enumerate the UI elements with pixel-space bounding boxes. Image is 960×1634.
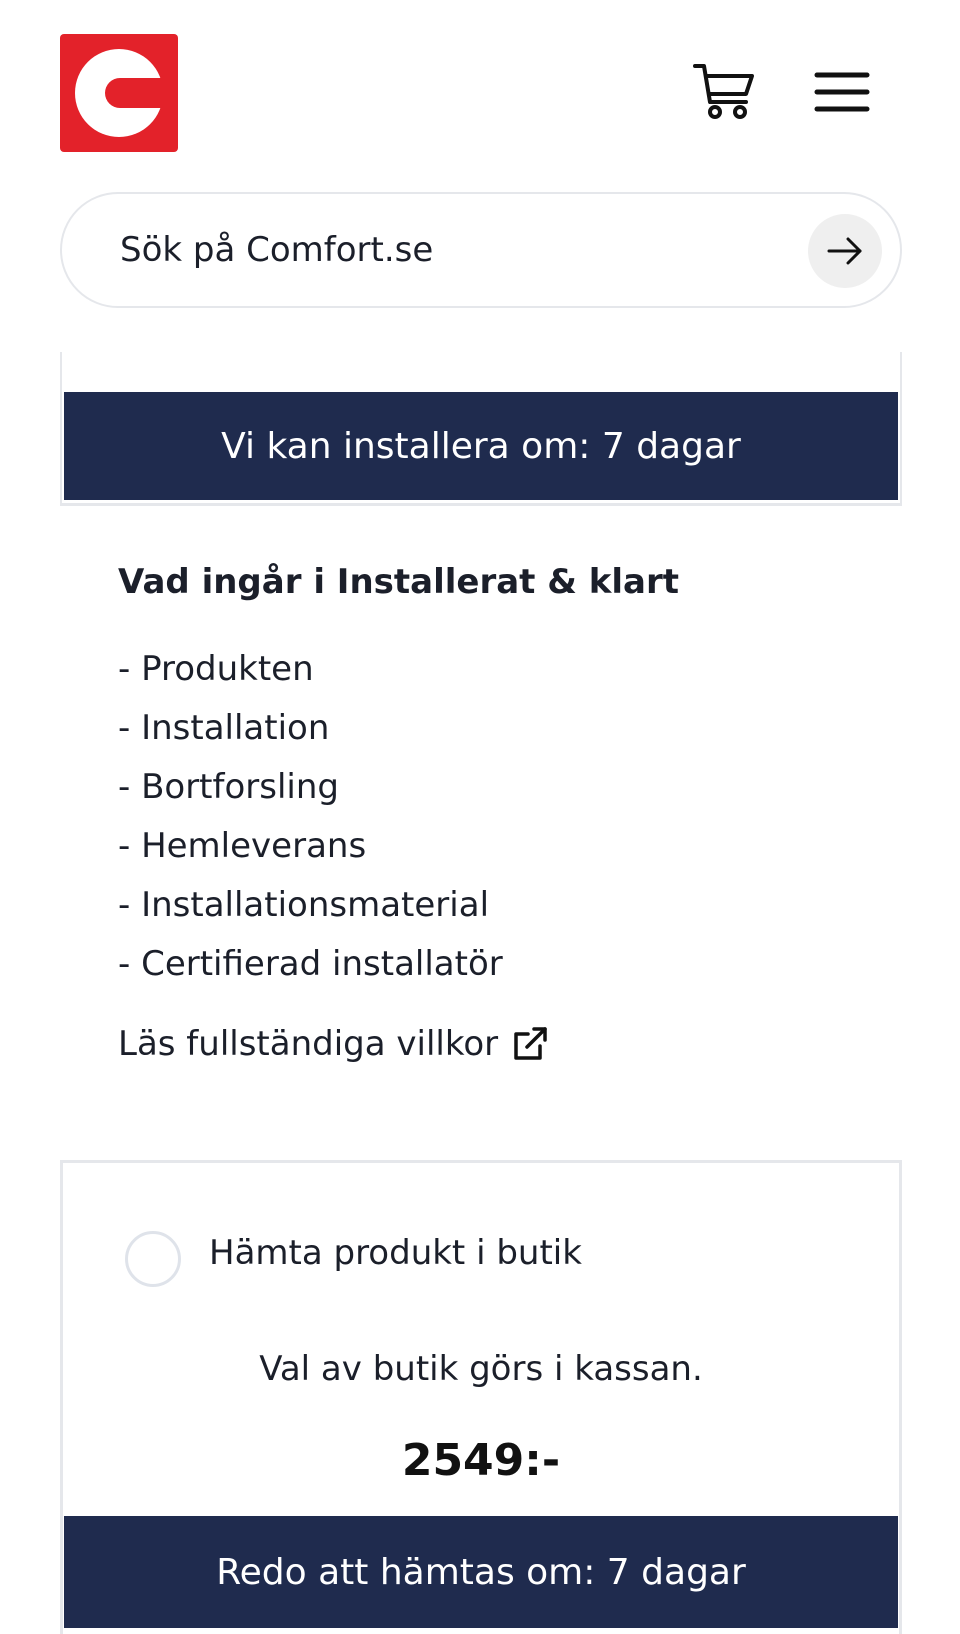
list-item: - Installation xyxy=(118,708,330,748)
pickup-price: 2549:- xyxy=(401,1435,561,1486)
list-item: - Installationsmaterial xyxy=(118,885,490,925)
search-input[interactable] xyxy=(120,224,760,276)
pickup-note: Val av butik görs i kassan. xyxy=(259,1349,703,1389)
list-item: - Certifierad installatör xyxy=(118,944,503,984)
menu-button[interactable] xyxy=(814,70,870,114)
site-header xyxy=(0,0,960,180)
terms-link-label: Läs fullständiga villkor xyxy=(118,1024,499,1064)
external-link-icon xyxy=(514,1027,547,1060)
list-item: - Produkten xyxy=(118,649,314,689)
list-item: - Hemleverans xyxy=(118,826,367,866)
hamburger-menu-icon xyxy=(814,72,870,112)
list-item: - Bortforsling xyxy=(118,767,339,807)
includes-title: Vad ingår i Installerat & klart xyxy=(118,562,679,602)
includes-list: - Produkten - Installation - Bortforslin… xyxy=(118,640,503,994)
terms-link[interactable]: Läs fullständiga villkor xyxy=(118,1024,550,1064)
search-bar xyxy=(60,192,902,308)
pickup-availability-bar: Redo att hämtas om: 7 dagar xyxy=(64,1516,898,1628)
pickup-option-label[interactable]: Hämta produkt i butik xyxy=(209,1233,582,1273)
arrow-right-icon xyxy=(827,237,862,265)
cart-button[interactable] xyxy=(692,62,756,122)
comfort-logo[interactable] xyxy=(60,34,178,152)
pickup-availability-text: Redo att hämtas om: 7 dagar xyxy=(216,1551,746,1593)
search-submit-button[interactable] xyxy=(808,214,882,288)
cart-icon xyxy=(693,64,754,119)
pickup-radio[interactable] xyxy=(125,1231,181,1287)
installation-availability-bar: Vi kan installera om: 7 dagar xyxy=(64,392,898,500)
installation-availability-text: Vi kan installera om: 7 dagar xyxy=(221,425,741,467)
comfort-logo-icon xyxy=(75,49,178,137)
